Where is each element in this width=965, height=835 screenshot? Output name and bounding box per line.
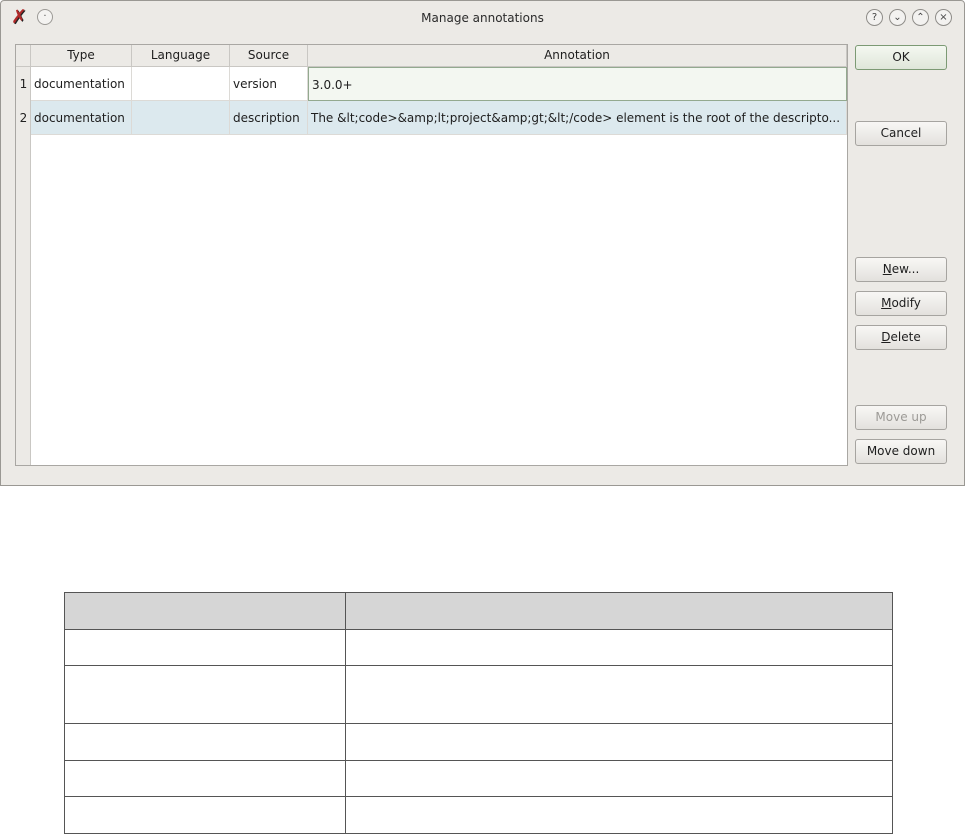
cancel-button[interactable]: Cancel	[855, 121, 947, 146]
table-cell	[346, 797, 892, 833]
new-button[interactable]: New...	[855, 257, 947, 282]
close-icon[interactable]: ×	[935, 9, 952, 26]
mnemonic-letter: M	[881, 296, 892, 310]
document-table-row	[65, 761, 892, 797]
modify-button[interactable]: Modify	[855, 291, 947, 316]
title-bar[interactable]: ✗ · Manage annotations ? ⌄ ⌃ ×	[1, 1, 964, 35]
header-cell	[346, 593, 892, 629]
delete-button[interactable]: Delete	[855, 325, 947, 350]
column-header-source[interactable]: Source	[230, 45, 308, 67]
document-table-row	[65, 630, 892, 666]
cell-language[interactable]	[132, 67, 230, 101]
cell-source[interactable]: description	[230, 101, 308, 135]
mnemonic-letter: N	[882, 262, 892, 276]
row-number[interactable]: 1	[16, 67, 31, 101]
annotations-table[interactable]: Type Language Source Annotation 1 docume…	[15, 44, 848, 466]
button-label: odify	[891, 296, 921, 310]
table-cell	[65, 724, 346, 760]
document-table-row	[65, 724, 892, 761]
row-number[interactable]: 2	[16, 101, 31, 135]
cell-source[interactable]: version	[230, 67, 308, 101]
mnemonic-letter: D	[881, 330, 891, 344]
table-cell	[65, 797, 346, 833]
table-cell	[346, 630, 892, 665]
help-icon[interactable]: ?	[866, 9, 883, 26]
move-down-button[interactable]: Move down	[855, 439, 947, 464]
column-header-type[interactable]: Type	[31, 45, 132, 67]
document-table-row	[65, 797, 892, 833]
document-table	[64, 592, 893, 834]
table-cell	[65, 666, 346, 723]
cell-annotation[interactable]: 3.0.0+	[308, 67, 847, 101]
table-cell	[346, 724, 892, 760]
cell-type[interactable]: documentation	[31, 101, 132, 135]
column-header-annotation[interactable]: Annotation	[308, 45, 847, 67]
table-cell	[65, 630, 346, 665]
table-cell	[346, 761, 892, 796]
header-cell	[65, 593, 346, 629]
table-cell	[65, 761, 346, 796]
maximize-icon[interactable]: ⌃	[912, 9, 929, 26]
button-label: elete	[890, 330, 921, 344]
document-table-row	[65, 666, 892, 724]
move-up-button[interactable]: Move up	[855, 405, 947, 430]
cell-language[interactable]	[132, 101, 230, 135]
manage-annotations-dialog: ✗ · Manage annotations ? ⌄ ⌃ × Type Lang…	[0, 0, 965, 486]
window-title: Manage annotations	[421, 11, 544, 25]
button-label: ew...	[891, 262, 920, 276]
cell-annotation[interactable]: The &lt;code>&amp;lt;project&amp;gt;&lt;…	[308, 101, 847, 135]
column-header-language[interactable]: Language	[132, 45, 230, 67]
cell-type[interactable]: documentation	[31, 67, 132, 101]
table-cell	[346, 666, 892, 723]
table-corner[interactable]	[16, 45, 31, 67]
ok-button[interactable]: OK	[855, 45, 947, 70]
minimize-icon[interactable]: ⌄	[889, 9, 906, 26]
document-table-header	[65, 593, 892, 630]
